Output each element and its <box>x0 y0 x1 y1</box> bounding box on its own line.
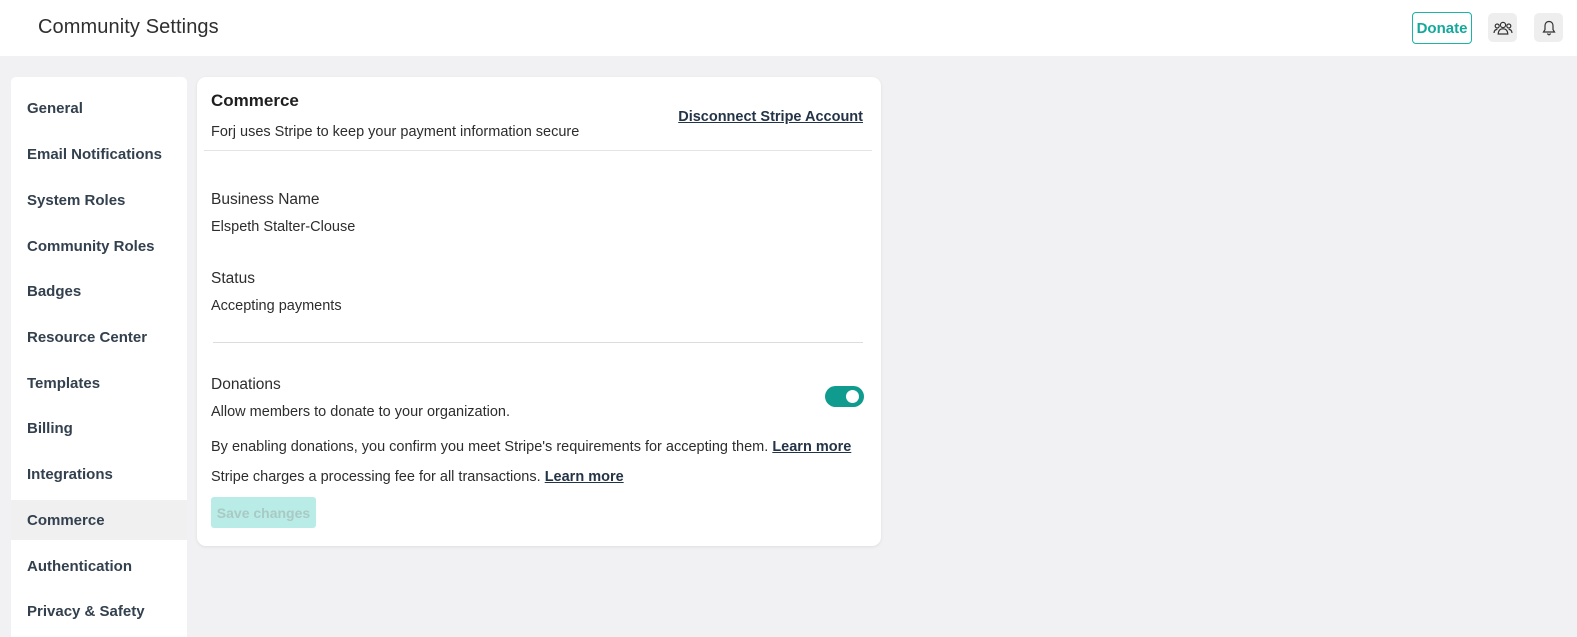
sidebar-item-templates[interactable]: Templates <box>11 363 187 403</box>
sidebar-item-authentication[interactable]: Authentication <box>11 546 187 586</box>
commerce-title: Commerce <box>211 91 299 110</box>
donations-description: Allow members to donate to your organiza… <box>211 404 511 420</box>
top-bar: Community Settings Donate <box>0 0 1577 56</box>
processing-fee-text: Stripe charges a processing fee for all … <box>211 469 541 485</box>
stripe-requirements-text: By enabling donations, you confirm you m… <box>211 439 769 455</box>
donate-button[interactable]: Donate <box>1412 12 1472 44</box>
page-title: Community Settings <box>38 16 219 38</box>
stripe-requirements-line: By enabling donations, you confirm you m… <box>211 439 851 455</box>
sidebar-item-billing[interactable]: Billing <box>11 408 187 448</box>
donations-toggle[interactable] <box>825 386 864 407</box>
sidebar-item-privacy-safety[interactable]: Privacy & Safety <box>11 591 187 631</box>
community-button[interactable] <box>1488 13 1517 42</box>
toggle-knob <box>846 390 859 403</box>
sidebar-item-integrations[interactable]: Integrations <box>11 454 187 494</box>
sidebar-item-resource-center[interactable]: Resource Center <box>11 317 187 357</box>
learn-more-link[interactable]: Learn more <box>772 439 851 455</box>
divider <box>213 342 863 343</box>
commerce-subtitle: Forj uses Stripe to keep your payment in… <box>211 124 580 140</box>
save-changes-button[interactable]: Save changes <box>211 497 316 528</box>
sidebar-item-general[interactable]: General <box>11 88 187 128</box>
notifications-button[interactable] <box>1534 13 1563 42</box>
disconnect-stripe-link[interactable]: Disconnect Stripe Account <box>678 109 863 125</box>
status-value: Accepting payments <box>211 298 342 314</box>
settings-sidebar: General Email Notifications System Roles… <box>11 77 187 637</box>
sidebar-item-community-roles[interactable]: Community Roles <box>11 226 187 266</box>
bell-icon <box>1541 20 1556 35</box>
commerce-card: Commerce Forj uses Stripe to keep your p… <box>197 77 881 546</box>
community-icon <box>1492 21 1513 35</box>
sidebar-item-system-roles[interactable]: System Roles <box>11 180 187 220</box>
divider <box>204 150 872 151</box>
business-name-label: Business Name <box>211 191 320 208</box>
sidebar-item-email-notifications[interactable]: Email Notifications <box>11 134 187 174</box>
sidebar-item-commerce[interactable]: Commerce <box>11 500 187 540</box>
processing-fee-line: Stripe charges a processing fee for all … <box>211 469 624 485</box>
business-name-value: Elspeth Stalter-Clouse <box>211 219 356 235</box>
donations-label: Donations <box>211 376 281 393</box>
learn-more-link[interactable]: Learn more <box>545 469 624 485</box>
sidebar-item-badges[interactable]: Badges <box>11 271 187 311</box>
status-label: Status <box>211 270 255 287</box>
